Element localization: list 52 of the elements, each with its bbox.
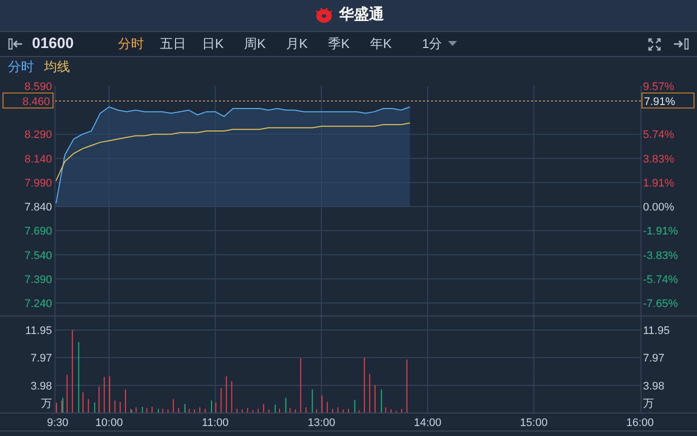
volume-tick: 7.97 [30, 352, 52, 365]
legend-label: 均线 [44, 58, 70, 76]
time-label: 10:00 [95, 417, 123, 429]
price-tick: 8.140 [24, 153, 52, 166]
percent-tick: 0.00% [643, 202, 674, 214]
current-percent-label: 7.91% [642, 92, 694, 108]
period-tab[interactable]: 分时 [118, 34, 160, 54]
fullscreen-icon[interactable] [648, 38, 661, 50]
volume-tick: 3.98 [643, 380, 664, 392]
price-tick: 7.540 [24, 250, 52, 262]
volume-unit: 万 [41, 398, 52, 410]
price-tick: 7.840 [24, 202, 52, 214]
time-label: 13:00 [308, 417, 336, 429]
price-tick: 8.290 [24, 129, 52, 142]
period-tab[interactable]: 日K [202, 34, 244, 54]
percent-tick: -7.65% [643, 298, 678, 310]
time-label: 15:00 [520, 417, 548, 429]
price-tick: 7.990 [24, 177, 52, 190]
current-price-label: 8.460 [2, 92, 54, 108]
expand-icon[interactable] [673, 38, 689, 50]
period-tab[interactable]: 年K [370, 34, 412, 54]
price-tick: 7.690 [24, 226, 52, 238]
volume-tick: 11.95 [643, 325, 670, 337]
price-tick: 8.590 [24, 81, 52, 93]
volume-tick: 7.97 [643, 352, 664, 365]
caret-icon [448, 41, 458, 47]
percent-tick: -5.74% [643, 274, 678, 286]
period-tab[interactable]: 五日 [160, 34, 202, 54]
percent-tick: -1.91% [643, 226, 678, 238]
volume-tick: 3.98 [30, 380, 52, 392]
time-label: 16:00 [626, 417, 654, 429]
legend-label: 分时 [8, 58, 34, 76]
percent-tick: 9.57% [643, 81, 674, 93]
period-tab[interactable]: 季K [328, 34, 370, 54]
time-label: 14:00 [414, 417, 442, 429]
period-tab[interactable]: 周K [244, 34, 286, 54]
price-tick: 7.390 [24, 274, 52, 286]
percent-tick: 5.74% [643, 129, 674, 142]
time-label: 9:30 [47, 417, 68, 429]
interval-dropdown[interactable]: 1分 [422, 34, 458, 54]
percent-tick: 3.83% [643, 153, 674, 166]
volume-unit: 万 [643, 398, 654, 410]
percent-tick: -3.83% [643, 250, 678, 262]
logo-icon [313, 6, 335, 24]
volume-tick: 11.95 [25, 325, 52, 337]
collapse-icon[interactable] [8, 38, 24, 50]
period-tab[interactable]: 月K [286, 34, 328, 54]
app-title: 华盛通 [339, 5, 384, 26]
time-label: 11:00 [202, 417, 229, 429]
price-tick: 7.240 [24, 298, 52, 310]
stock-code: 01600 [32, 34, 75, 54]
percent-tick: 1.91% [643, 177, 674, 190]
